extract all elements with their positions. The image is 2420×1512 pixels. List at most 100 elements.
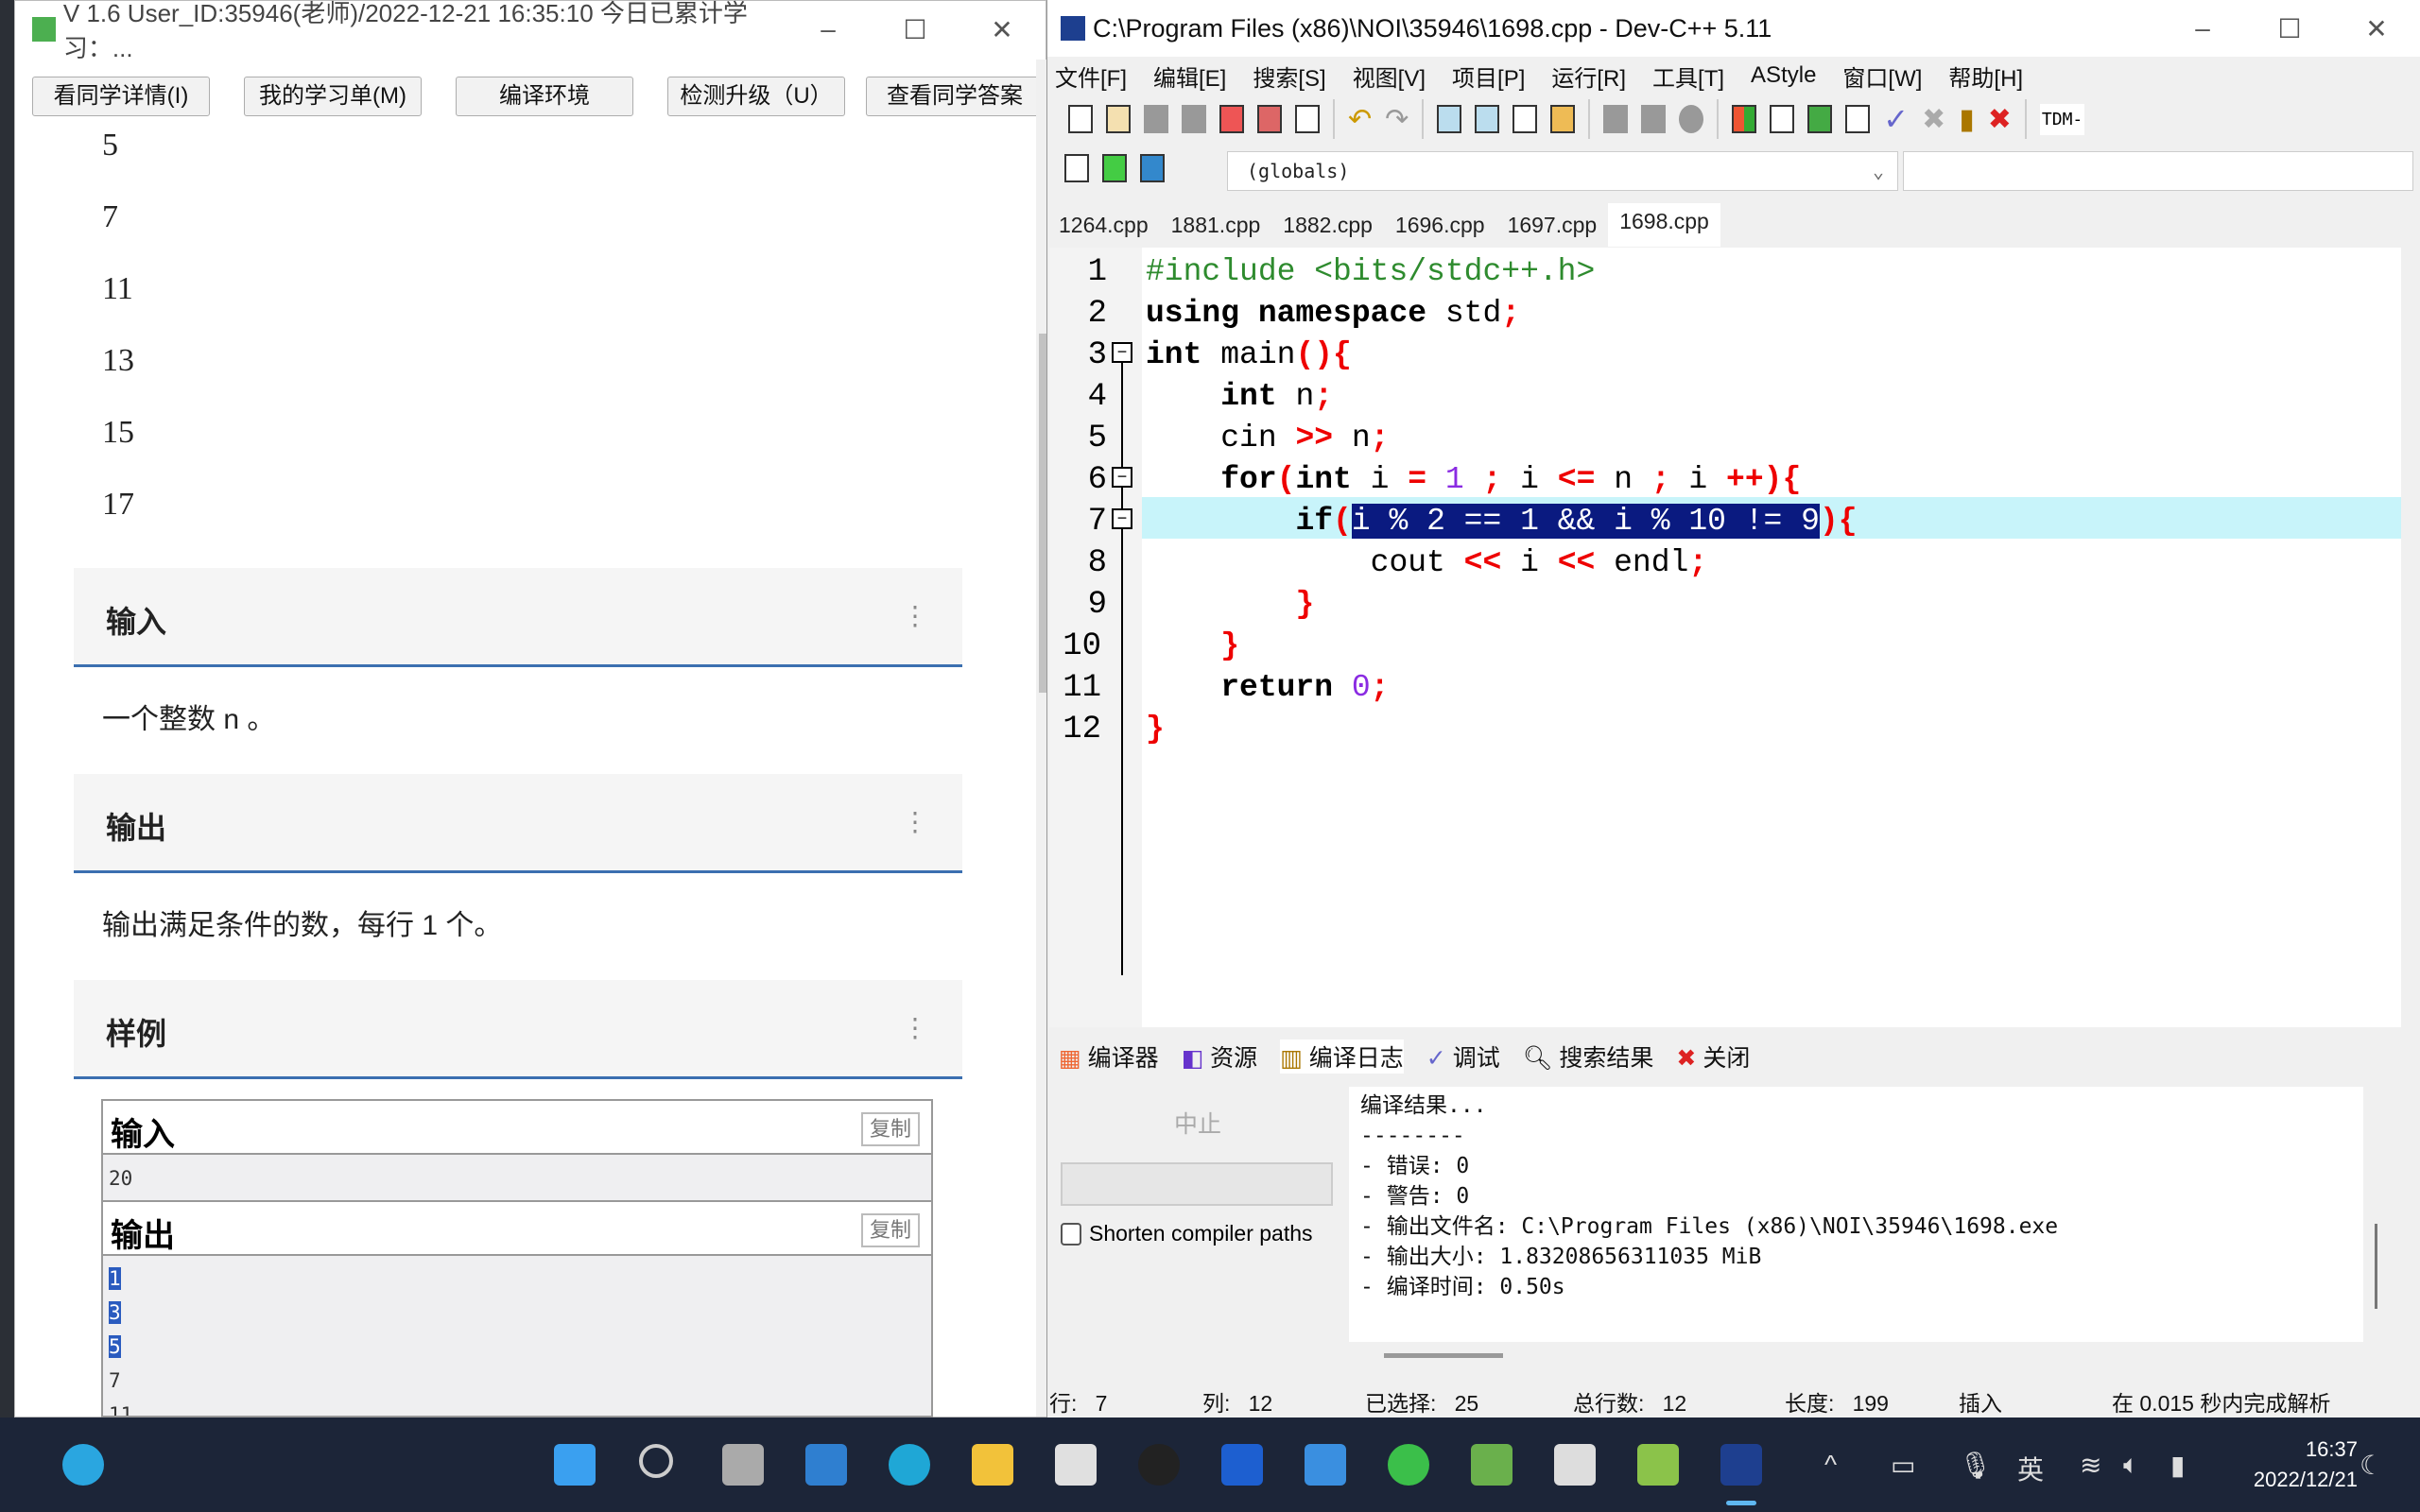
- minimize-button[interactable]: –: [2159, 13, 2246, 44]
- task-view-icon[interactable]: [722, 1444, 764, 1486]
- bookmark-icon[interactable]: [1550, 105, 1576, 133]
- menu-file[interactable]: 文件[F]: [1055, 60, 1127, 93]
- notifications-icon[interactable]: ☾: [2360, 1450, 2383, 1481]
- log-horizontal-scrollbar[interactable]: [1384, 1353, 1503, 1358]
- input-section-header[interactable]: 输入 ⋮: [74, 568, 962, 667]
- menu-search[interactable]: 搜索[S]: [1253, 60, 1325, 93]
- compiler-select[interactable]: TDM-: [2039, 103, 2085, 135]
- fold-toggle-icon[interactable]: −: [1112, 508, 1132, 529]
- wechat-icon[interactable]: [1388, 1444, 1429, 1486]
- profile-icon[interactable]: ▮: [1959, 103, 1975, 136]
- code-line[interactable]: int main(){: [1146, 335, 1352, 376]
- print-icon[interactable]: [1295, 105, 1320, 133]
- menu-tools[interactable]: 工具[T]: [1652, 60, 1724, 93]
- more-icon[interactable]: ⋮: [902, 806, 928, 837]
- maximize-button[interactable]: ☐: [872, 14, 959, 45]
- compile-run-icon[interactable]: [1807, 105, 1833, 133]
- minimize-button[interactable]: –: [785, 14, 872, 45]
- sample-section-header[interactable]: 样例 ⋮: [74, 980, 962, 1079]
- save-all-icon[interactable]: [1182, 105, 1206, 133]
- tab-compiler[interactable]: ▦ 编译器: [1059, 1040, 1159, 1074]
- menu-run[interactable]: 运行[R]: [1551, 60, 1626, 93]
- code-line[interactable]: #include <bits/stdc++.h>: [1146, 251, 1595, 293]
- fold-toggle-icon[interactable]: −: [1112, 342, 1132, 363]
- menu-project[interactable]: 项目[P]: [1452, 60, 1525, 93]
- media-icon[interactable]: [1554, 1444, 1596, 1486]
- menu-edit[interactable]: 编辑[E]: [1153, 60, 1226, 93]
- volume-icon[interactable]: 🔈︎: [2123, 1450, 2139, 1481]
- insert-icon[interactable]: [1064, 154, 1089, 182]
- code-line[interactable]: using namespace std;: [1146, 293, 1520, 335]
- close-button[interactable]: ✕: [959, 14, 1046, 45]
- code-line[interactable]: }: [1146, 584, 1314, 626]
- replace-icon[interactable]: [1475, 105, 1500, 133]
- compile-env-button[interactable]: 编译环境: [456, 77, 633, 116]
- output-section-header[interactable]: 输出 ⋮: [74, 774, 962, 873]
- code-line[interactable]: int n;: [1146, 376, 1333, 418]
- menu-help[interactable]: 帮助[H]: [1948, 60, 2023, 93]
- stop-icon[interactable]: ✖: [1922, 103, 1945, 136]
- code-editor[interactable]: − − − 1 #include <bits/stdc++.h> 2 using na…: [1049, 248, 2401, 1027]
- learning-app-icon[interactable]: [1471, 1444, 1512, 1486]
- microphone-icon[interactable]: 🎙︎: [1959, 1450, 1993, 1481]
- view-answers-button[interactable]: 查看同学答案: [866, 77, 1044, 116]
- wifi-icon[interactable]: ≋: [2080, 1450, 2101, 1481]
- close-button[interactable]: ✕: [2333, 13, 2420, 44]
- devcpp-taskbar-icon[interactable]: [1720, 1444, 1762, 1486]
- log-vertical-scrollbar[interactable]: [2375, 1224, 2377, 1309]
- tab-1697[interactable]: 1697.cpp: [1496, 203, 1609, 247]
- edge-icon[interactable]: [889, 1444, 930, 1486]
- code-line[interactable]: cin >> n;: [1146, 418, 1389, 459]
- check-upgrade-button[interactable]: 检测升级（U）: [667, 77, 845, 116]
- search-icon[interactable]: [639, 1444, 673, 1478]
- menu-window[interactable]: 窗口[W]: [1842, 60, 1922, 93]
- tab-1882[interactable]: 1882.cpp: [1271, 203, 1384, 247]
- tab-search-results[interactable]: 🔍︎ 搜索结果: [1523, 1040, 1654, 1074]
- add-icon[interactable]: [1102, 154, 1127, 182]
- rebuild-icon[interactable]: [1845, 105, 1871, 133]
- fold-toggle-icon[interactable]: −: [1112, 467, 1132, 488]
- wps-icon[interactable]: [1305, 1444, 1346, 1486]
- shorten-paths-checkbox[interactable]: [1061, 1222, 1081, 1246]
- ime-indicator[interactable]: 英: [2017, 1450, 2044, 1487]
- maximize-button[interactable]: ☐: [2246, 13, 2333, 44]
- tablet-icon[interactable]: ▭: [1891, 1450, 1915, 1481]
- close-all-icon[interactable]: [1257, 105, 1282, 133]
- menu-view[interactable]: 视图[V]: [1353, 60, 1426, 93]
- class-icon[interactable]: [1140, 154, 1165, 182]
- tab-debug[interactable]: ✓ 调试: [1426, 1040, 1500, 1074]
- file-explorer-icon[interactable]: [972, 1444, 1013, 1486]
- close-file-icon[interactable]: [1219, 105, 1244, 133]
- abort-button[interactable]: 中止: [1061, 1087, 1335, 1162]
- code-line[interactable]: if(i % 2 == 1 && i % 10 != 9){: [1146, 501, 1858, 542]
- code-line[interactable]: cout << i << endl;: [1146, 542, 1708, 584]
- copy-input-button[interactable]: 复制: [861, 1112, 920, 1146]
- tab-close[interactable]: ✖ 关闭: [1676, 1040, 1750, 1074]
- widget-icon[interactable]: [62, 1444, 104, 1486]
- more-icon[interactable]: ⋮: [902, 1012, 928, 1043]
- code-line[interactable]: for(int i = 1 ; i <= n ; i ++){: [1146, 459, 1801, 501]
- toggle-comment-icon[interactable]: [1679, 105, 1704, 133]
- classmate-details-button[interactable]: 看同学详情(I): [32, 77, 210, 116]
- editor-app-icon[interactable]: [1637, 1444, 1679, 1486]
- code-line[interactable]: }: [1146, 626, 1239, 667]
- tab-compile-log[interactable]: ▥ 编译日志: [1280, 1040, 1404, 1074]
- compile-icon[interactable]: [1732, 105, 1757, 133]
- more-icon[interactable]: ⋮: [902, 600, 928, 631]
- my-study-list-button[interactable]: 我的学习单(M): [244, 77, 422, 116]
- unindent-icon[interactable]: [1641, 105, 1667, 133]
- delete-profile-icon[interactable]: ✖: [1988, 103, 2012, 136]
- whiteboard-icon[interactable]: [1221, 1444, 1263, 1486]
- member-select[interactable]: [1903, 151, 2413, 191]
- tab-1264[interactable]: 1264.cpp: [1047, 203, 1160, 247]
- redo-icon[interactable]: ↷: [1385, 103, 1409, 136]
- qq-icon[interactable]: [1138, 1444, 1180, 1486]
- undo-icon[interactable]: ↶: [1348, 103, 1372, 136]
- open-file-icon[interactable]: [1106, 105, 1131, 133]
- scope-select[interactable]: (globals) ⌄: [1227, 151, 1898, 191]
- pdf-reader-icon[interactable]: [1055, 1444, 1097, 1486]
- copy-output-button[interactable]: 复制: [861, 1213, 920, 1247]
- new-file-icon[interactable]: [1068, 105, 1093, 133]
- indent-icon[interactable]: [1603, 105, 1629, 133]
- clock[interactable]: 16:37 2022/12/21: [2254, 1435, 2358, 1495]
